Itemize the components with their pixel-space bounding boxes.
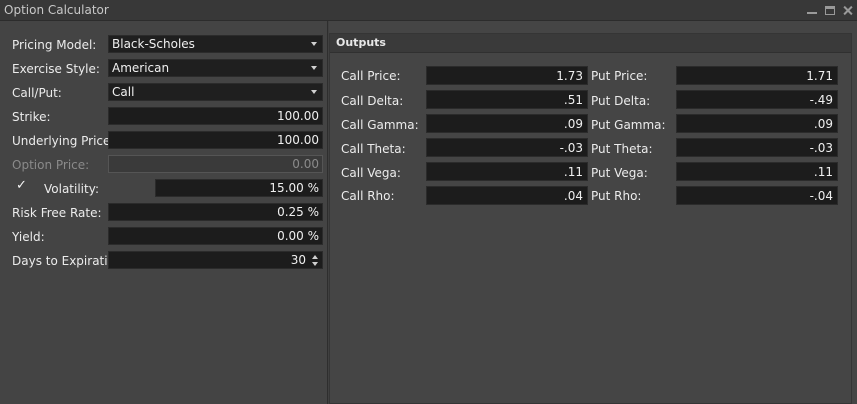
call-delta-label: Call Delta: [341,94,404,108]
volatility-input[interactable]: 15.00 % [155,179,323,197]
call-price-output: 1.73 [426,66,588,85]
call-theta-value: -.03 [559,141,583,155]
put-delta-label: Put Delta: [591,94,651,108]
volatility-value: 15.00 % [269,181,319,195]
pricing-model-value: Black-Scholes [112,37,195,51]
put-vega-label: Put Vega: [591,166,648,180]
call-vega-value: .11 [563,165,583,179]
put-gamma-value: .09 [813,117,833,131]
call-delta-value: .51 [563,93,583,107]
outputs-group [329,33,852,404]
put-rho-label: Put Rho: [591,189,642,203]
put-theta-output: -.03 [676,138,838,157]
call-delta-output: .51 [426,90,588,109]
option-price-input: 0.00 [108,155,323,173]
spin-up-icon[interactable] [312,255,318,259]
volatility-checkbox[interactable]: ✓ [16,179,28,192]
underlying-price-label: Underlying Price: [12,134,115,148]
put-gamma-output: .09 [676,114,838,133]
option-price-label: Option Price: [12,158,90,172]
risk-free-rate-label: Risk Free Rate: [12,206,102,220]
call-rho-output: .04 [426,186,588,205]
pricing-model-dropdown[interactable]: Black-Scholes [108,35,323,53]
pricing-model-label: Pricing Model: [12,38,97,52]
call-gamma-value: .09 [563,117,583,131]
days-to-expiration-stepper[interactable]: 30 [108,251,323,269]
title-bar: Option Calculator [0,0,857,21]
put-price-output: 1.71 [676,66,838,85]
call-gamma-output: .09 [426,114,588,133]
close-icon[interactable] [843,6,853,15]
put-gamma-label: Put Gamma: [591,118,666,132]
put-vega-output: .11 [676,162,838,181]
underlying-price-value: 100.00 [277,133,319,147]
put-rho-output: -.04 [676,186,838,205]
put-price-value: 1.71 [806,69,833,83]
call-vega-label: Call Vega: [341,166,401,180]
risk-free-rate-value: 0.25 % [277,205,319,219]
yield-input[interactable]: 0.00 % [108,227,323,245]
call-put-label: Call/Put: [12,86,62,100]
call-gamma-label: Call Gamma: [341,118,419,132]
chevron-down-icon [311,42,317,46]
call-price-label: Call Price: [341,69,401,83]
strike-input[interactable]: 100.00 [108,107,323,125]
put-theta-value: -.03 [809,141,833,155]
days-to-expiration-value: 30 [290,253,306,267]
minimize-icon[interactable] [807,6,817,15]
volatility-label: Volatility: [44,182,99,196]
strike-value: 100.00 [277,109,319,123]
chevron-down-icon [311,66,317,70]
yield-label: Yield: [12,230,45,244]
put-theta-label: Put Theta: [591,142,653,156]
call-theta-label: Call Theta: [341,142,406,156]
put-rho-value: -.04 [809,189,833,203]
window-title: Option Calculator [4,3,109,17]
exercise-style-dropdown[interactable]: American [108,59,323,77]
spin-down-icon[interactable] [312,262,318,266]
call-price-value: 1.73 [556,69,583,83]
exercise-style-label: Exercise Style: [12,62,100,76]
strike-label: Strike: [12,110,51,124]
call-put-value: Call [112,85,135,99]
exercise-style-value: American [112,61,170,75]
maximize-icon[interactable] [825,6,835,15]
call-theta-output: -.03 [426,138,588,157]
call-vega-output: .11 [426,162,588,181]
call-rho-value: .04 [563,189,583,203]
outputs-header: Outputs [330,34,851,53]
option-price-value: 0.00 [292,157,319,171]
chevron-down-icon [311,90,317,94]
put-delta-output: -.49 [676,90,838,109]
outputs-title: Outputs [336,36,386,49]
put-delta-value: -.49 [809,93,833,107]
put-vega-value: .11 [813,165,833,179]
call-rho-label: Call Rho: [341,189,395,203]
put-price-label: Put Price: [591,69,648,83]
yield-value: 0.00 % [277,229,319,243]
underlying-price-input[interactable]: 100.00 [108,131,323,149]
risk-free-rate-input[interactable]: 0.25 % [108,203,323,221]
call-put-dropdown[interactable]: Call [108,83,323,101]
